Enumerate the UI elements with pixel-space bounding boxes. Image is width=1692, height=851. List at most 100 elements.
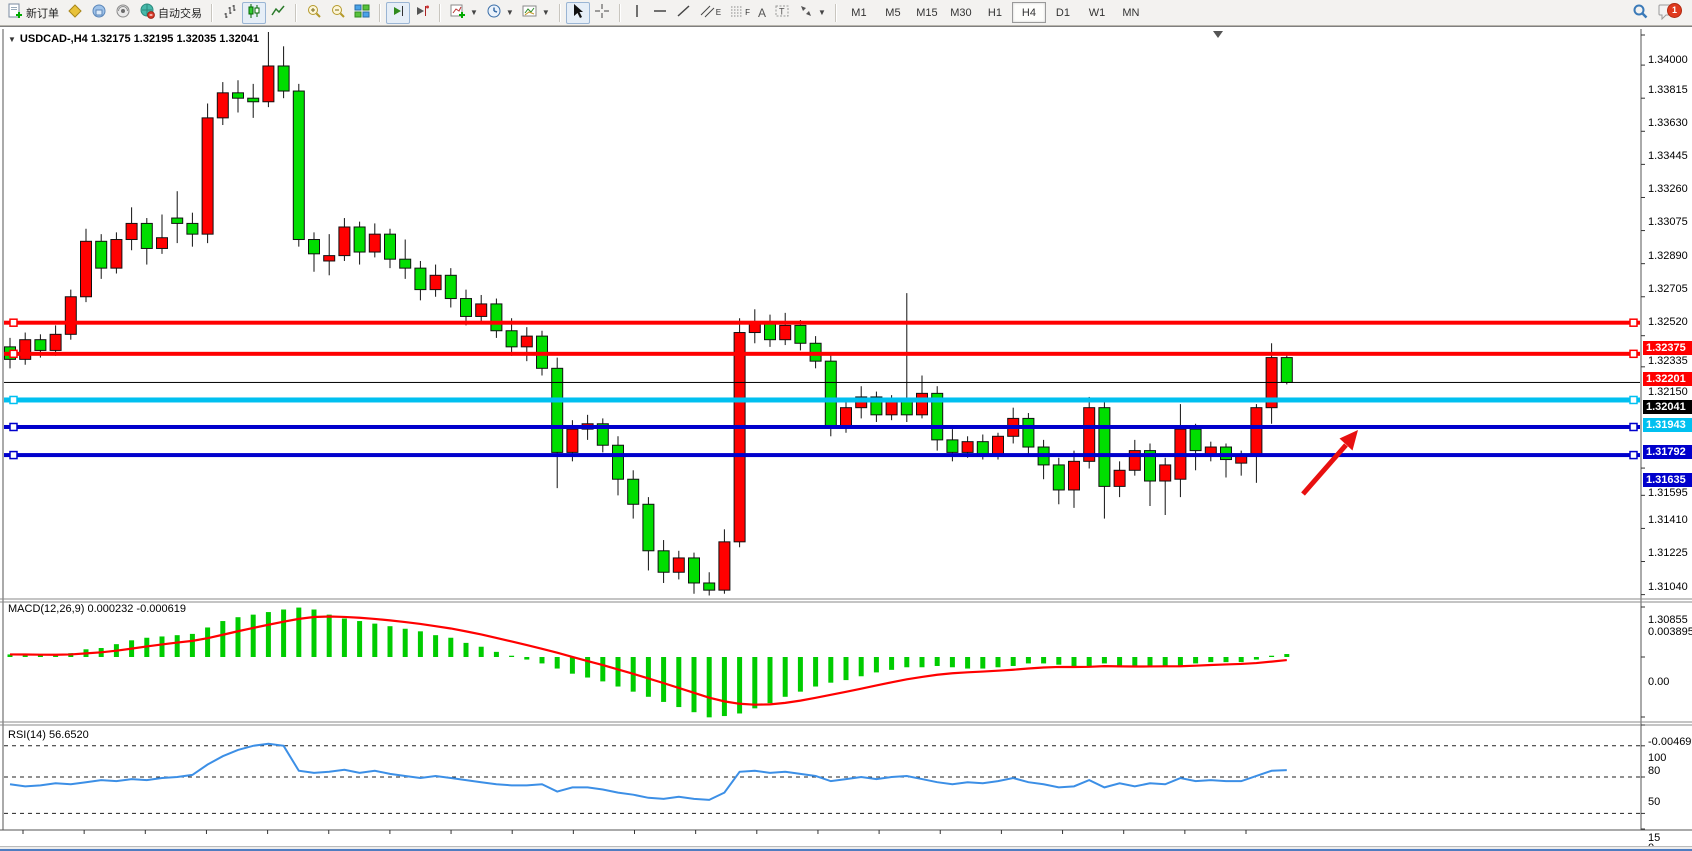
macd-histogram-bar xyxy=(1041,657,1046,663)
rsi-indicator-label: RSI(14) 56.6520 xyxy=(8,729,89,741)
price-line-handle[interactable] xyxy=(1630,452,1637,459)
candlestick-chart-button[interactable] xyxy=(242,2,266,24)
price-line[interactable] xyxy=(4,382,1640,383)
indicators-icon xyxy=(450,3,466,22)
price-line-handle[interactable] xyxy=(10,423,17,430)
candle-body xyxy=(217,93,228,118)
macd-histogram-bar xyxy=(205,627,210,657)
fibonacci-button[interactable]: F xyxy=(725,2,754,24)
macd-histogram-bar xyxy=(494,652,499,657)
market-watch-button[interactable] xyxy=(87,2,111,24)
candle-body xyxy=(658,551,669,572)
macd-histogram-bar xyxy=(342,618,347,657)
price-line-handle[interactable] xyxy=(10,319,17,326)
candle-body xyxy=(613,445,624,479)
chart-profiles-button[interactable] xyxy=(63,2,87,24)
signal-icon xyxy=(115,3,131,22)
periods-button[interactable]: ▼ xyxy=(482,2,518,24)
indicators-button[interactable]: ▼ xyxy=(446,2,482,24)
candle-body xyxy=(1266,358,1277,408)
chart-collapse-arrow[interactable]: ▼ xyxy=(8,35,16,44)
macd-histogram-bar xyxy=(661,657,666,702)
horizontal-line-button[interactable] xyxy=(648,2,672,24)
macd-histogram-bar xyxy=(266,612,271,657)
signals-button[interactable] xyxy=(111,2,135,24)
zoom-in-button[interactable] xyxy=(302,2,326,24)
price-line-handle[interactable] xyxy=(1630,396,1637,403)
macd-histogram-bar xyxy=(631,657,636,692)
zoom-out-button[interactable] xyxy=(326,2,350,24)
timeframe-mn[interactable]: MN xyxy=(1114,2,1148,23)
arrows-tool-button[interactable]: ▼ xyxy=(794,2,830,24)
macd-histogram-bar xyxy=(1239,657,1244,662)
price-line[interactable] xyxy=(4,453,1640,457)
text-button[interactable]: A xyxy=(754,2,770,24)
macd-histogram-bar xyxy=(1269,656,1274,657)
bar-chart-button[interactable] xyxy=(218,2,242,24)
macd-histogram-bar xyxy=(707,657,712,717)
timeframe-m15[interactable]: M15 xyxy=(910,2,944,23)
line-chart-button[interactable] xyxy=(266,2,290,24)
candle-body xyxy=(385,234,396,259)
trendline-button[interactable] xyxy=(672,2,696,24)
chart-shift-button[interactable] xyxy=(410,2,434,24)
macd-histogram-bar xyxy=(1163,657,1168,666)
macd-histogram-bar xyxy=(1254,657,1259,660)
timeframe-m30[interactable]: M30 xyxy=(944,2,978,23)
templates-button[interactable]: ▼ xyxy=(518,2,554,24)
timeframe-h4[interactable]: H4 xyxy=(1012,2,1046,23)
price-line[interactable] xyxy=(4,321,1640,325)
price-line-handle[interactable] xyxy=(10,350,17,357)
timeframe-h1[interactable]: H1 xyxy=(978,2,1012,23)
price-line-handle[interactable] xyxy=(10,396,17,403)
auto-scroll-button[interactable] xyxy=(386,2,410,24)
price-line[interactable] xyxy=(4,425,1640,429)
chart-ohlc-values: 1.32175 1.32195 1.32035 1.32041 xyxy=(91,33,259,45)
rsi-axis-label: 50 xyxy=(1648,796,1660,808)
macd-histogram-bar xyxy=(904,657,909,667)
price-line-handle[interactable] xyxy=(1630,423,1637,430)
channel-button[interactable]: E xyxy=(696,2,725,24)
autotrade-button[interactable]: 自动交易 xyxy=(135,2,206,24)
notifications-button[interactable]: 1 xyxy=(1653,2,1681,24)
price-line[interactable] xyxy=(4,352,1640,356)
crosshair-button[interactable] xyxy=(590,2,614,24)
price-line-handle[interactable] xyxy=(1630,319,1637,326)
macd-histogram-bar xyxy=(889,657,894,670)
timeframe-w1[interactable]: W1 xyxy=(1080,2,1114,23)
channel-icon xyxy=(700,3,716,22)
tile-windows-button[interactable] xyxy=(350,2,374,24)
price-line-handle[interactable] xyxy=(1630,350,1637,357)
arrow-annotation-head[interactable] xyxy=(1340,430,1359,451)
candle-body xyxy=(886,401,897,415)
price-line-handle[interactable] xyxy=(10,452,17,459)
timeframe-d1[interactable]: D1 xyxy=(1046,2,1080,23)
macd-histogram-bar xyxy=(479,647,484,657)
chart-shift-icon xyxy=(414,3,430,22)
new-order-button[interactable]: 新订单 xyxy=(3,2,63,24)
chevron-down-icon: ▼ xyxy=(818,8,826,17)
text-label-icon: T xyxy=(774,3,790,22)
search-button[interactable] xyxy=(1628,2,1653,24)
price-tick-label: 1.31040 xyxy=(1648,581,1688,593)
timeframe-m1[interactable]: M1 xyxy=(842,2,876,23)
price-line[interactable] xyxy=(4,397,1640,402)
candle-body xyxy=(233,93,244,98)
macd-histogram-bar xyxy=(752,657,757,708)
text-label-button[interactable]: T xyxy=(770,2,794,24)
candle-body xyxy=(96,241,107,268)
macd-name: MACD(12,26,9) xyxy=(8,603,84,615)
macd-histogram-bar xyxy=(600,657,605,681)
timeframe-m5[interactable]: M5 xyxy=(876,2,910,23)
arrow-annotation-shaft[interactable] xyxy=(1303,445,1346,494)
timeframe-toolbar: M1M5M15M30H1H4D1W1MN xyxy=(839,0,1151,25)
macd-histogram-bar xyxy=(160,636,165,657)
vertical-line-button[interactable] xyxy=(626,2,648,24)
candle-body xyxy=(521,336,532,347)
macd-axis-label: -0.004699 xyxy=(1648,736,1692,748)
candle-body xyxy=(369,234,380,252)
bar-chart-icon xyxy=(222,3,238,22)
candle-body xyxy=(1008,418,1019,436)
cursor-button[interactable] xyxy=(566,2,590,24)
macd-histogram-bar xyxy=(1132,657,1137,667)
